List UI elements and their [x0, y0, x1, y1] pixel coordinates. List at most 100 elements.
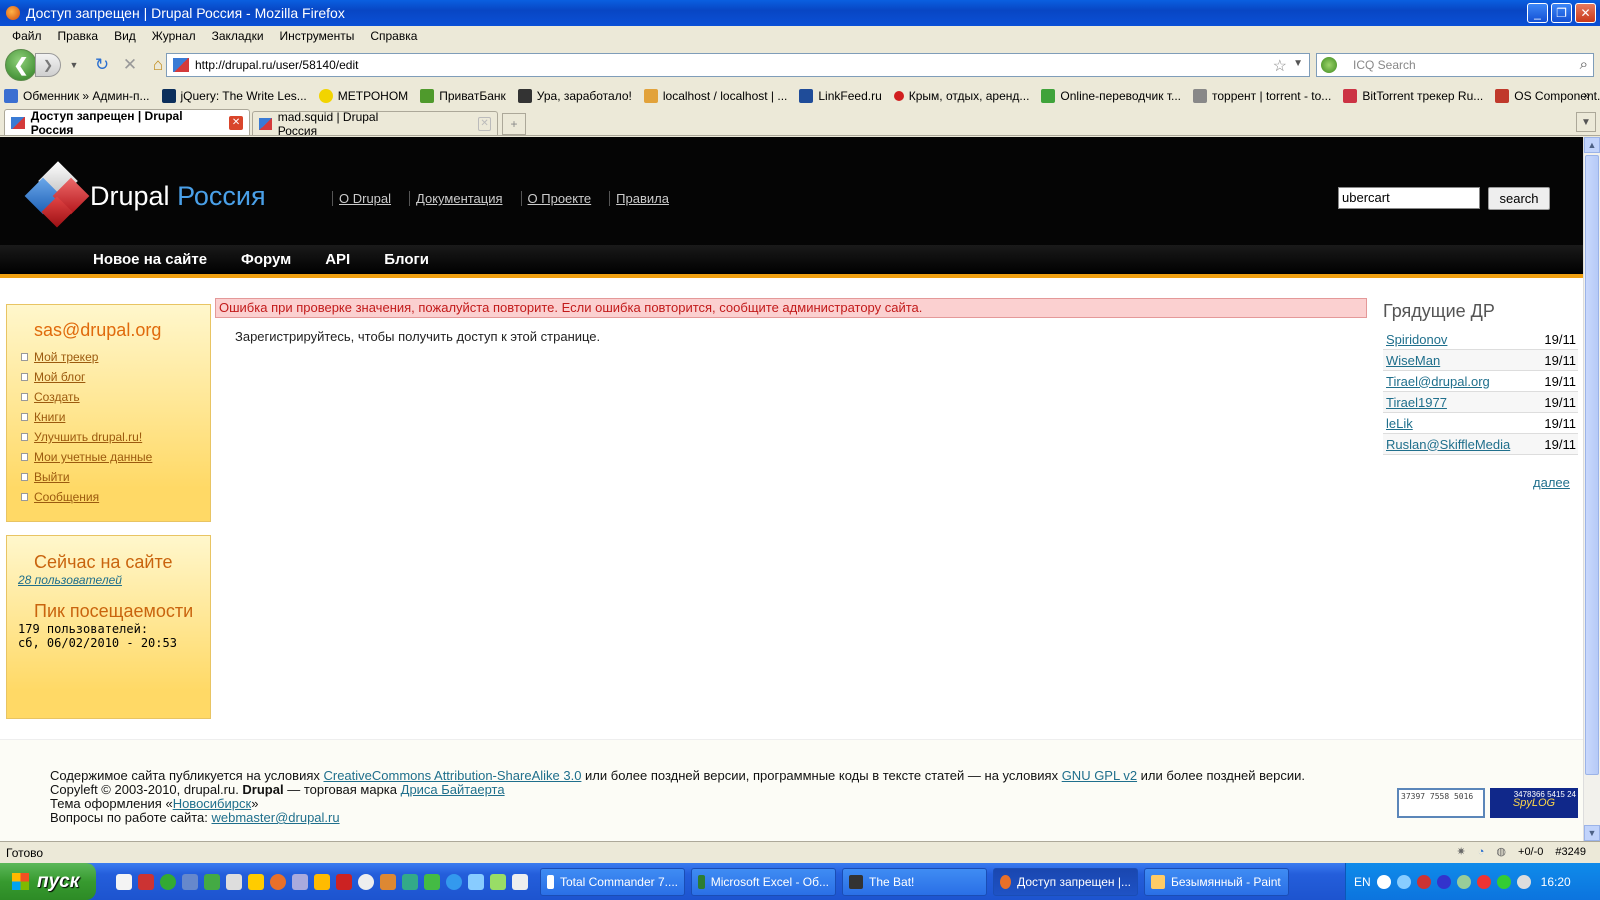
dries-link[interactable]: Дриса Байтаерта	[401, 782, 505, 797]
bookmark-item[interactable]: Ура, заработало!	[517, 89, 632, 103]
minimize-button[interactable]: _	[1527, 3, 1548, 23]
tray-icon[interactable]	[1496, 874, 1511, 889]
menu-tools[interactable]: Инструменты	[272, 29, 363, 43]
new-tab-button[interactable]: +	[502, 113, 526, 135]
quicklaunch-icon[interactable]	[226, 873, 242, 890]
tray-icon[interactable]	[1376, 874, 1391, 889]
addon-icon[interactable]: ✷	[1457, 845, 1466, 858]
user-link-books[interactable]: Книги	[34, 410, 65, 424]
clock[interactable]: 16:20	[1541, 875, 1571, 889]
search-engine-box[interactable]: ICQ Search ⌕	[1316, 53, 1594, 77]
maximize-button[interactable]: ❐	[1551, 3, 1572, 23]
menu-bookmarks[interactable]: Закладки	[204, 29, 272, 43]
tab-close-icon[interactable]: ✕	[478, 116, 491, 131]
search-engine-icon[interactable]	[1321, 57, 1337, 73]
tray-icon[interactable]	[1396, 874, 1411, 889]
bookmark-item[interactable]: Обменник » Админ-п...	[4, 89, 150, 103]
sync-icon[interactable]: ◔	[1478, 846, 1485, 858]
menu-history[interactable]: Журнал	[144, 29, 204, 43]
birthday-user-link[interactable]: Spiridonov	[1386, 332, 1447, 347]
quicklaunch-icon[interactable]	[248, 873, 264, 890]
birthday-user-link[interactable]: Ruslan@SkiffleMedia	[1386, 437, 1510, 452]
scrollbar-thumb[interactable]	[1585, 155, 1599, 775]
reload-icon[interactable]: ↻	[91, 54, 113, 76]
taskbar-item-excel[interactable]: Microsoft Excel - Об...	[691, 867, 836, 896]
scroll-up-icon[interactable]: ▲	[1584, 137, 1600, 153]
menu-view[interactable]: Вид	[106, 29, 144, 43]
tray-icon[interactable]	[1456, 874, 1471, 889]
quicklaunch-icon[interactable]	[446, 873, 462, 890]
user-link-improve[interactable]: Улучшить drupal.ru!	[34, 430, 142, 444]
user-link-logout[interactable]: Выйти	[34, 470, 70, 484]
theme-link[interactable]: Новосибирск	[173, 796, 252, 811]
page-scrollbar[interactable]: ▲ ▼	[1583, 137, 1600, 841]
url-dropdown-icon[interactable]: ▼	[1293, 58, 1303, 69]
bookmark-item[interactable]: Крым, отдых, аренд...	[893, 89, 1029, 103]
quicklaunch-icon[interactable]	[402, 873, 418, 890]
quicklaunch-icon[interactable]	[204, 873, 220, 890]
quicklaunch-icon[interactable]	[468, 873, 484, 890]
birthday-user-link[interactable]: WiseMan	[1386, 353, 1440, 368]
quicklaunch-icon[interactable]	[512, 873, 528, 890]
bookmark-item[interactable]: торрент | torrent - to...	[1192, 89, 1331, 103]
close-window-button[interactable]: ✕	[1575, 3, 1596, 23]
quicklaunch-icon[interactable]	[116, 873, 132, 890]
drupal-logo[interactable]	[24, 161, 90, 228]
tab-close-icon[interactable]: ✕	[229, 115, 243, 130]
topnav-rules[interactable]: Правила	[609, 191, 679, 206]
bookmark-item[interactable]: LinkFeed.ru	[799, 89, 882, 103]
start-button[interactable]: пуск	[0, 863, 96, 900]
birthday-user-link[interactable]: leLik	[1386, 416, 1413, 431]
taskbar-item-firefox[interactable]: Доступ запрещен |...	[993, 867, 1138, 896]
birthday-user-link[interactable]: Tirael1977	[1386, 395, 1447, 410]
quicklaunch-icon[interactable]	[160, 873, 176, 890]
mainnav-new[interactable]: Новое на сайте	[93, 251, 207, 268]
user-link-messages[interactable]: Сообщения	[34, 490, 99, 504]
forward-button[interactable]: ❯	[35, 53, 61, 77]
site-search-button[interactable]: search	[1488, 187, 1550, 210]
globe-icon[interactable]: ◍	[1496, 845, 1506, 858]
menu-file[interactable]: Файл	[4, 29, 50, 43]
tab-list-icon[interactable]: ▼	[1576, 112, 1596, 132]
quicklaunch-icon[interactable]	[380, 873, 396, 890]
cc-license-link[interactable]: CreativeCommons Attribution-ShareAlike 3…	[323, 768, 581, 783]
history-dropdown-icon[interactable]: ▼	[63, 54, 85, 76]
site-brand[interactable]: Drupal Россия	[90, 181, 266, 212]
bookmark-item[interactable]: ПриватБанк	[420, 89, 506, 103]
birthday-user-link[interactable]: Tirael@drupal.org	[1386, 374, 1490, 389]
visit-counter-badge[interactable]: 37397 7558 5016	[1397, 788, 1485, 818]
quicklaunch-icon[interactable]	[138, 873, 154, 890]
user-link-tracker[interactable]: Мой трекер	[34, 350, 98, 364]
mainnav-blogs[interactable]: Блоги	[384, 251, 429, 268]
gpl-link[interactable]: GNU GPL v2	[1062, 768, 1137, 783]
back-button[interactable]: ❮	[5, 49, 37, 81]
quicklaunch-icon[interactable]	[182, 873, 198, 890]
quicklaunch-icon[interactable]	[424, 873, 440, 890]
taskbar-item-paint[interactable]: Безымянный - Paint	[1144, 867, 1289, 896]
topnav-about-project[interactable]: О Проекте	[520, 191, 602, 206]
birthdays-more-link[interactable]: далее	[1533, 475, 1570, 490]
user-link-create[interactable]: Создать	[34, 390, 80, 404]
menu-edit[interactable]: Правка	[50, 29, 107, 43]
quicklaunch-icon[interactable]	[490, 873, 506, 890]
spylog-counter-badge[interactable]: 3478366 5415 24 SpyLOG	[1490, 788, 1578, 818]
taskbar-item-total-commander[interactable]: Total Commander 7....	[540, 867, 685, 896]
tray-icon[interactable]	[1436, 874, 1451, 889]
language-indicator[interactable]: EN	[1354, 875, 1371, 889]
stop-icon[interactable]: ✕	[119, 54, 141, 76]
bookmarks-overflow-icon[interactable]: »	[1583, 88, 1590, 102]
tab-inactive[interactable]: mad.squid | Drupal Россия ✕	[252, 110, 498, 138]
taskbar-item-thebat[interactable]: The Bat!	[842, 867, 987, 896]
user-link-account[interactable]: Мои учетные данные	[34, 450, 152, 464]
user-link-blog[interactable]: Мой блог	[34, 370, 85, 384]
tray-icon[interactable]	[1476, 874, 1491, 889]
online-users-link[interactable]: 28 пользователей	[18, 573, 210, 587]
tab-active[interactable]: Доступ запрещен | Drupal Россия ✕	[4, 109, 250, 137]
quicklaunch-icon[interactable]	[314, 873, 330, 890]
search-icon[interactable]: ⌕	[1580, 56, 1588, 73]
bookmark-item[interactable]: МЕТРОНОМ	[318, 89, 408, 103]
tray-icon[interactable]	[1516, 874, 1531, 889]
url-bar[interactable]: http://drupal.ru/user/58140/edit ☆ ▼	[166, 53, 1310, 77]
bookmark-item[interactable]: localhost / localhost | ...	[643, 89, 787, 103]
webmaster-email-link[interactable]: webmaster@drupal.ru	[212, 810, 340, 825]
